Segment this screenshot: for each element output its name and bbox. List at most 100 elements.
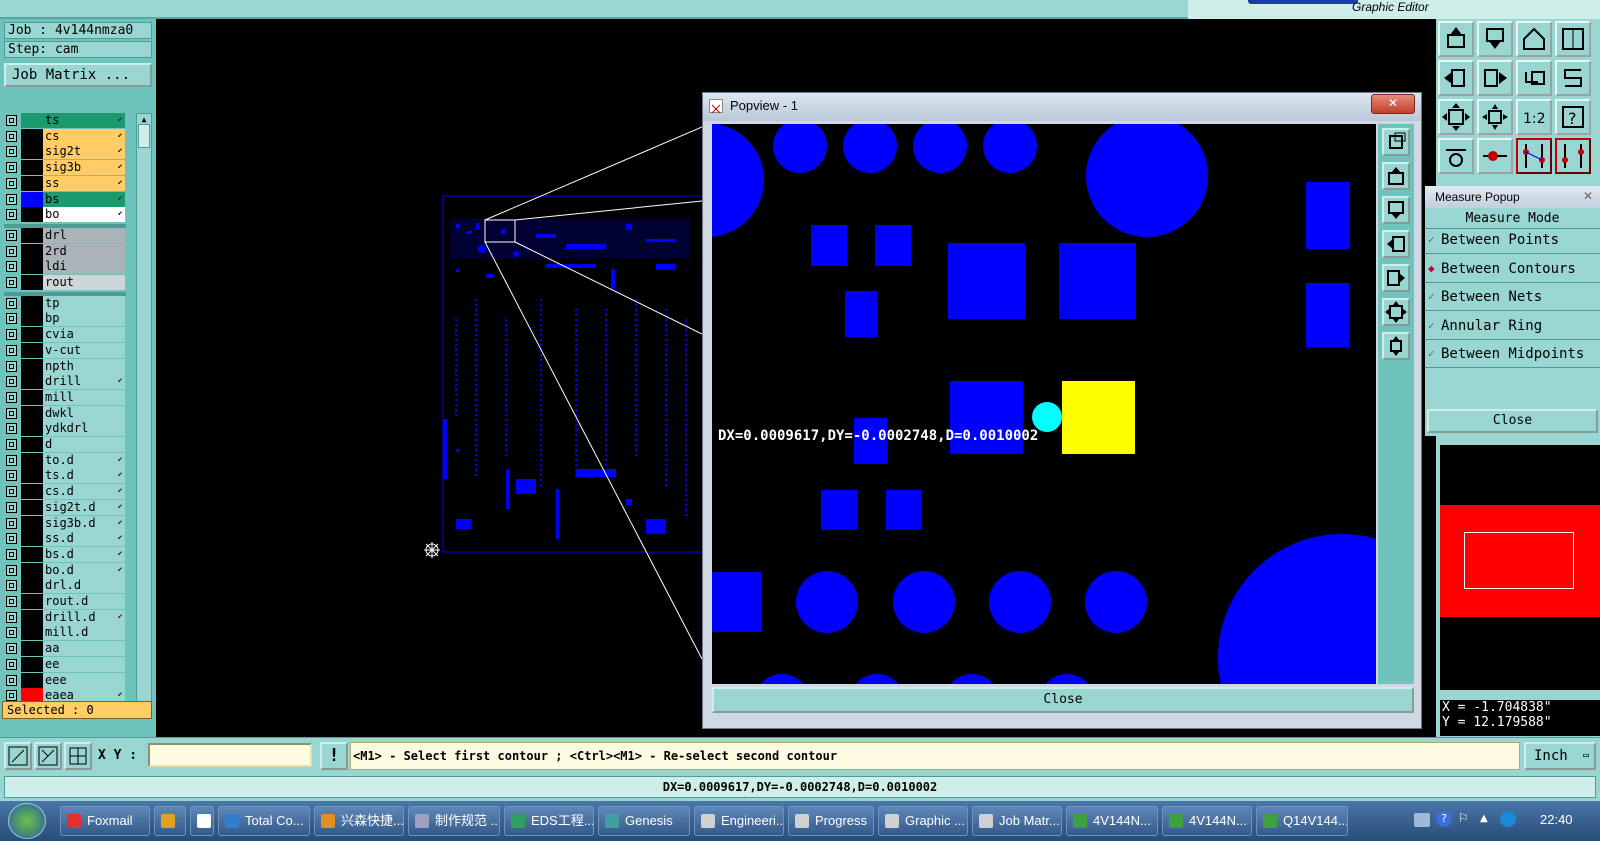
taskbar-item[interactable]: 兴森快捷... bbox=[314, 806, 404, 836]
layer-row[interactable]: eee bbox=[4, 672, 126, 689]
graphic-canvas[interactable] bbox=[156, 19, 702, 737]
layer-checkbox[interactable] bbox=[6, 360, 17, 372]
layer-row[interactable]: bs ⬋ bbox=[4, 191, 126, 208]
layer-checkbox[interactable] bbox=[6, 313, 17, 325]
pan-left-tool-icon[interactable] bbox=[1438, 60, 1474, 96]
undo-view-icon[interactable] bbox=[1516, 60, 1552, 96]
layer-checkbox[interactable] bbox=[6, 277, 17, 288]
layer-name[interactable]: bs bbox=[43, 191, 125, 207]
pan-up-icon[interactable] bbox=[1382, 162, 1410, 190]
layer-name[interactable]: ldi bbox=[43, 259, 125, 275]
layer-checkbox[interactable] bbox=[6, 193, 17, 205]
layer-name[interactable]: ee bbox=[43, 656, 125, 672]
taskbar-item[interactable]: 4V144N... bbox=[1066, 806, 1158, 836]
layer-row[interactable]: ts.d ⬋ bbox=[4, 468, 126, 484]
layer-checkbox[interactable] bbox=[6, 501, 17, 513]
layer-checkbox[interactable] bbox=[6, 423, 17, 435]
popview-canvas[interactable]: DX=0.0009617,DY=-0.0002748,D=0.0010002 bbox=[712, 124, 1376, 684]
layer-checkbox[interactable] bbox=[6, 690, 17, 702]
taskbar-item[interactable]: 制作规范 ... bbox=[408, 806, 500, 836]
zoom-out-icon[interactable] bbox=[1382, 332, 1410, 360]
help-tray-icon[interactable]: ? bbox=[1436, 811, 1452, 827]
layer-name[interactable]: drl.d bbox=[43, 578, 125, 594]
layer-row[interactable]: bo.d ⬋ bbox=[4, 562, 126, 579]
measure-option[interactable]: ✓ Between Midpoints bbox=[1425, 342, 1600, 368]
pan-right-icon[interactable] bbox=[1382, 264, 1410, 292]
layer-name[interactable]: sig3b bbox=[43, 160, 125, 176]
layer-name[interactable]: cs.d bbox=[43, 484, 125, 500]
layer-name[interactable]: mill.d bbox=[43, 625, 125, 641]
layer-row[interactable]: v-cut bbox=[4, 342, 126, 359]
clock[interactable]: 22:40 bbox=[1540, 812, 1573, 827]
layer-row[interactable]: drill ⬋ bbox=[4, 374, 126, 390]
layer-row[interactable]: sig3b ⬋ bbox=[4, 160, 126, 176]
grid-tool-icon[interactable] bbox=[64, 742, 92, 770]
layer-checkbox[interactable] bbox=[6, 627, 17, 639]
keyboard-icon[interactable] bbox=[1414, 813, 1430, 827]
popview-titlebar[interactable]: Popview - 1 ✕ bbox=[703, 93, 1421, 121]
layer-name[interactable]: drl bbox=[43, 227, 125, 243]
minimap[interactable] bbox=[1440, 445, 1600, 690]
layer-checkbox[interactable] bbox=[6, 548, 17, 560]
zoom-fit-icon[interactable] bbox=[1438, 99, 1474, 135]
layer-name[interactable]: cvia bbox=[43, 327, 125, 343]
layer-checkbox[interactable] bbox=[6, 643, 17, 655]
layer-list-scrollbar[interactable]: ▲ ▼ bbox=[136, 113, 152, 717]
taskbar-item[interactable]: Foxmail bbox=[60, 806, 150, 836]
window-tool-icon[interactable] bbox=[1555, 21, 1591, 57]
layer-row[interactable]: dwkl bbox=[4, 405, 126, 422]
taskbar-item[interactable]: Engineeri... bbox=[694, 806, 784, 836]
layer-row[interactable]: ss.d ⬋ bbox=[4, 531, 126, 547]
zoom-home-icon[interactable] bbox=[1382, 298, 1410, 326]
layer-checkbox[interactable] bbox=[6, 486, 17, 498]
layer-row[interactable]: cs.d ⬋ bbox=[4, 484, 126, 500]
zoom-out-tool-icon[interactable] bbox=[1477, 99, 1513, 135]
unit-selector[interactable]: Inch ▭ bbox=[1524, 742, 1596, 770]
layer-checkbox[interactable] bbox=[6, 229, 17, 241]
layer-row[interactable]: sig2t ⬋ bbox=[4, 144, 126, 160]
home-tool-icon[interactable] bbox=[1516, 21, 1552, 57]
layer-row[interactable]: bo ⬋ bbox=[4, 207, 126, 223]
measure-close-button[interactable]: Close bbox=[1427, 409, 1598, 433]
layer-checkbox[interactable] bbox=[6, 177, 17, 189]
select-tool-icon[interactable] bbox=[4, 742, 32, 770]
layer-name[interactable]: sig2t bbox=[43, 144, 125, 160]
layer-checkbox[interactable] bbox=[6, 580, 17, 592]
layer-row[interactable]: npth bbox=[4, 358, 126, 375]
layer-name[interactable]: sig3b.d bbox=[43, 515, 125, 531]
layer-checkbox[interactable] bbox=[6, 454, 17, 466]
taskbar-item[interactable]: Q14V144... bbox=[1256, 806, 1348, 836]
layer-row[interactable]: mill.d bbox=[4, 625, 126, 641]
snap-icon[interactable] bbox=[1477, 138, 1513, 174]
layer-row[interactable]: drl.d bbox=[4, 578, 126, 594]
taskbar-item[interactable]: Progress bbox=[788, 806, 874, 836]
layer-row[interactable]: to.d ⬋ bbox=[4, 452, 126, 469]
taskbar-item[interactable]: EDS工程... bbox=[504, 806, 594, 836]
layer-name[interactable]: ss.d bbox=[43, 531, 125, 547]
redraw-icon[interactable] bbox=[1555, 60, 1591, 96]
layer-checkbox[interactable] bbox=[6, 146, 17, 158]
layer-name[interactable]: eee bbox=[43, 672, 125, 688]
minimap-view-rect[interactable] bbox=[1464, 532, 1574, 589]
xy-input[interactable] bbox=[148, 743, 312, 767]
layer-checkbox[interactable] bbox=[6, 329, 17, 341]
layer-checkbox[interactable] bbox=[6, 391, 17, 403]
layer-row[interactable]: cs ⬋ bbox=[4, 128, 126, 145]
layer-name[interactable]: cs bbox=[43, 128, 125, 144]
one-to-two-icon[interactable]: 1:2 bbox=[1516, 99, 1552, 135]
pan-right-tool-icon[interactable] bbox=[1477, 60, 1513, 96]
layer-checkbox[interactable] bbox=[6, 162, 17, 174]
layer-checkbox[interactable] bbox=[6, 596, 17, 607]
layer-name[interactable]: to.d bbox=[43, 452, 125, 468]
tray-expand-icon[interactable]: ▲ bbox=[1480, 813, 1488, 824]
layer-checkbox[interactable] bbox=[6, 611, 17, 623]
notification-icon[interactable]: ⚐ bbox=[1458, 811, 1472, 827]
taskbar-item[interactable]: Genesis bbox=[598, 806, 690, 836]
layer-row[interactable]: bp bbox=[4, 311, 126, 327]
layer-name[interactable]: bo.d bbox=[43, 562, 125, 578]
tools-icon[interactable] bbox=[1438, 138, 1474, 174]
measure-option[interactable]: ✓ Between Points bbox=[1425, 228, 1600, 254]
layer-name[interactable]: bs.d bbox=[43, 546, 125, 562]
layer-name[interactable]: drill.d bbox=[43, 609, 125, 625]
measure-option[interactable]: ✓ Annular Ring bbox=[1425, 314, 1600, 340]
